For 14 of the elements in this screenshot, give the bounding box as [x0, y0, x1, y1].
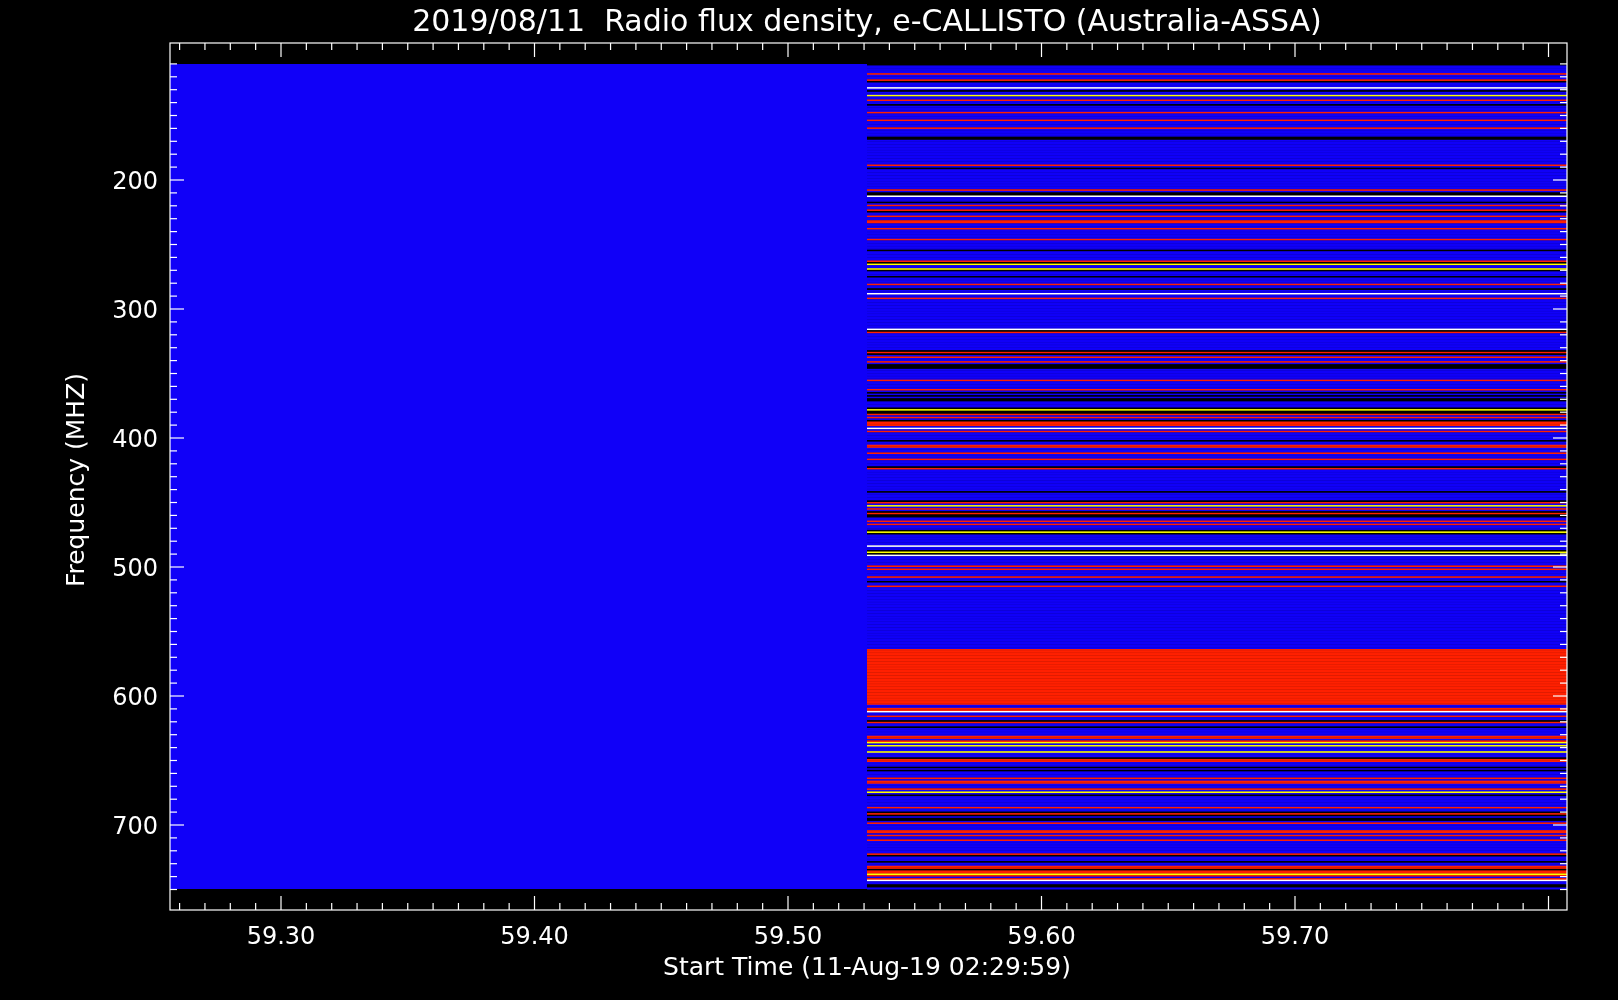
tick-label: 59.70 [1260, 922, 1330, 950]
tick-label: 300 [112, 296, 158, 324]
tick-label: 59.40 [500, 922, 569, 950]
tick-label: 600 [112, 683, 158, 711]
plot-title: 2019/08/11 Radio flux density, e-CALLISTO (Australia-ASSA) [412, 3, 1322, 38]
axis-label: Start Time (11-Aug-19 02:29:59) [663, 952, 1071, 981]
axis-label: Frequency (MHZ) [61, 372, 90, 588]
tick-label: 700 [112, 812, 158, 840]
tick-label: 500 [112, 554, 158, 582]
tick-label: 59.60 [1007, 922, 1076, 950]
tick-label: 59.30 [246, 922, 316, 950]
tick-label: 200 [112, 167, 158, 195]
tick-label: 59.50 [753, 922, 823, 950]
tick-label: 400 [112, 425, 158, 453]
